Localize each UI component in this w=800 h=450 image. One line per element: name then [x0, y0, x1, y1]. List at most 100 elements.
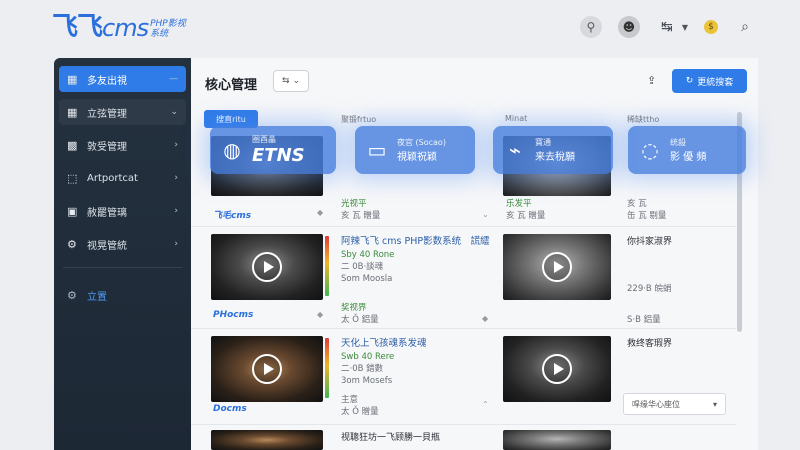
- search-icon[interactable]: ⌕: [734, 16, 756, 38]
- sidebar-item-label: Artportcat: [87, 172, 138, 184]
- row-divider: [191, 328, 736, 329]
- film-icon: ▣: [67, 204, 78, 218]
- chip-line1: 圏酉瞐: [252, 135, 276, 144]
- video-thumbnail[interactable]: [503, 336, 611, 402]
- sidebar-item-core[interactable]: ▦ 立弦管理 ⌄: [59, 99, 186, 125]
- play-icon[interactable]: [252, 354, 282, 384]
- filter-icon: ⇆: [281, 76, 290, 86]
- card-line: 太 Ǒ 贈量: [341, 407, 379, 417]
- avatar-icon[interactable]: ☻: [617, 16, 640, 38]
- video-meta: 3om Mosefs: [341, 376, 393, 386]
- logo-subtitle: PHP影视 系统: [150, 19, 186, 39]
- sidebar-item-label: 多友出視: [87, 75, 127, 87]
- diamond-icon: ◆: [317, 208, 324, 217]
- card-line: 主意: [341, 395, 359, 405]
- row-divider: [191, 226, 736, 227]
- video-meta: 二·0B 錯數: [341, 364, 384, 374]
- chip-line2: 影 優 頻: [670, 152, 707, 163]
- feature-chip-global[interactable]: ◍ 圏酉瞐 ETNS: [210, 126, 336, 174]
- card-line: 亥 瓦 贈量: [506, 211, 546, 221]
- card-line: 光视平: [341, 199, 367, 209]
- update-button-label: 更統搜套: [697, 77, 734, 88]
- chevron-right-icon: ›: [174, 206, 178, 216]
- video-title[interactable]: 你抖家淑界: [627, 236, 672, 248]
- coin-icon[interactable]: $: [704, 20, 718, 34]
- feature-chip-chat[interactable]: ◌ 统殺 影 優 頻: [628, 126, 746, 174]
- sidebar: ▦ 多友出視 — ▦ 立弦管理 ⌄ ▩ 敦受管理 › ⬚ Artportcat …: [54, 58, 191, 450]
- position-select[interactable]: 哻缘华心座位 ▾: [623, 393, 726, 415]
- update-button[interactable]: ↻ 更統搜套: [672, 69, 747, 93]
- video-title[interactable]: 阿辣飞飞 cms PHP影数系统 謊繧: [341, 236, 490, 248]
- sidebar-item-label: 赦罷管璃: [87, 207, 127, 219]
- sidebar-item-label: 立置: [87, 291, 107, 303]
- chip-line2: 来去稅願: [535, 152, 575, 163]
- sidebar-item-label: 敦受管理: [87, 141, 127, 153]
- feature-chip-video[interactable]: ▭ 夜官 (Socao) 視颖祝颖: [355, 126, 475, 174]
- card-line: 太 Ǒ 鋁量: [341, 315, 379, 325]
- sidebar-item-video[interactable]: ⚙ 视晃管統 ›: [59, 231, 186, 257]
- grid-icon: ▦: [67, 72, 78, 86]
- sidebar-item-overview[interactable]: ▦ 多友出視 —: [59, 66, 186, 92]
- video-thumbnail[interactable]: [211, 336, 323, 402]
- logo-text: 飞飞: [52, 12, 103, 42]
- chip-line1: 统殺: [670, 138, 686, 147]
- video-title[interactable]: 视聰狂坊一飞顾勝一貝瓶: [341, 432, 440, 444]
- feature-chip-source[interactable]: ⌁ 寶通 来去稅願: [493, 126, 613, 174]
- column-head: Minat: [505, 114, 528, 123]
- sidebar-item-modules[interactable]: ▩ 敦受管理 ›: [59, 132, 186, 158]
- play-icon[interactable]: [542, 354, 572, 384]
- level-meter: [325, 338, 329, 398]
- monitor-icon: ▭: [367, 138, 387, 162]
- chevron-down-icon[interactable]: ⌄: [482, 210, 489, 219]
- chip-line1: 寶通: [535, 138, 551, 147]
- level-meter: [325, 236, 329, 296]
- box-icon: ⬚: [67, 171, 78, 185]
- puzzle-icon: ▩: [67, 138, 78, 152]
- page-title: 核心管理: [205, 78, 258, 93]
- video-title[interactable]: 天化上飞孩魂系发魂: [341, 338, 427, 350]
- video-title[interactable]: 救终客瑕界: [627, 338, 672, 350]
- sidebar-item-artport[interactable]: ⬚ Artportcat ›: [59, 165, 186, 191]
- video-thumbnail[interactable]: [211, 234, 323, 300]
- language-icon[interactable]: ↹: [656, 16, 678, 38]
- filter-dropdown[interactable]: ⇆ ⌄: [273, 70, 309, 92]
- user-search-icon[interactable]: ⚲: [579, 16, 602, 38]
- diamond-icon: ◆: [317, 310, 324, 319]
- logo-sub2: 系统: [150, 29, 169, 39]
- card-line: 缶 瓦 剔量: [627, 211, 667, 221]
- logo[interactable]: 飞飞 cms PHP影视 系统: [52, 14, 186, 40]
- select-value: 哻缘华心座位: [632, 399, 680, 409]
- chip-text: 圏酉瞐 ETNS: [252, 134, 305, 166]
- video-thumbnail[interactable]: [503, 234, 611, 300]
- gear-icon: ⚙: [67, 237, 77, 251]
- header-toolbar: ⚲ ☻ ↹ ▼ $ ⌕: [579, 16, 756, 38]
- video-thumbnail[interactable]: [211, 430, 323, 450]
- diamond-icon: ◆: [482, 314, 489, 323]
- play-icon[interactable]: [542, 252, 572, 282]
- export-icon[interactable]: ⇪: [647, 74, 661, 88]
- logo-sub1: PHP影视: [150, 19, 186, 29]
- column-head: 聚锻frtuo: [341, 115, 377, 124]
- chevron-down-icon[interactable]: ▼: [682, 23, 688, 32]
- sidebar-item-settings[interactable]: ⚙ 立置: [59, 282, 186, 308]
- chevron-up-icon[interactable]: ⌃: [482, 400, 489, 409]
- chip-line2: ETNS: [252, 145, 305, 166]
- video-thumbnail[interactable]: [503, 430, 611, 450]
- sidebar-divider: [63, 267, 182, 268]
- chip-line1: 夜官 (Socao): [397, 138, 446, 147]
- sidebar-item-label: 视晃管統: [87, 240, 127, 252]
- video-meta: 二 0B·談魂: [341, 262, 384, 272]
- card-brand: Docms: [213, 404, 247, 414]
- chevron-right-icon: ›: [174, 173, 178, 183]
- chip-line2: 視颖祝颖: [397, 152, 437, 163]
- sidebar-item-media[interactable]: ▣ 赦罷管璃 ›: [59, 198, 186, 224]
- chevron-right-icon: ›: [174, 140, 178, 150]
- satellite-icon: ⌁: [508, 138, 522, 162]
- video-meta: Sby 40 Rone: [341, 250, 395, 260]
- settings-gear-icon: ⚙: [67, 288, 77, 302]
- play-icon[interactable]: [252, 252, 282, 282]
- collapse-icon: —: [169, 74, 178, 84]
- apps-icon: ▦: [67, 105, 78, 119]
- card-brand: PHocms: [213, 310, 254, 320]
- card-line: 奖视界: [341, 303, 367, 313]
